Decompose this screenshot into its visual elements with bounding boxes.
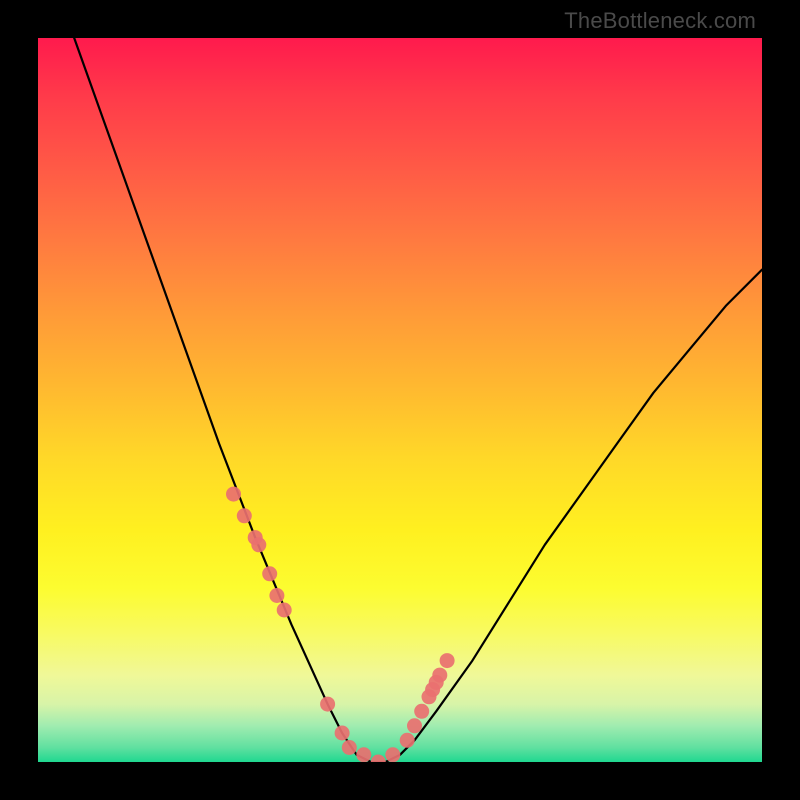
data-marker bbox=[356, 747, 371, 762]
data-marker bbox=[320, 697, 335, 712]
data-marker bbox=[226, 487, 241, 502]
watermark-text: TheBottleneck.com bbox=[564, 8, 756, 34]
data-marker bbox=[440, 653, 455, 668]
data-marker bbox=[422, 689, 437, 704]
data-marker bbox=[385, 747, 400, 762]
chart-plot-area bbox=[38, 38, 762, 762]
data-marker bbox=[407, 718, 422, 733]
data-marker bbox=[262, 566, 277, 581]
data-marker bbox=[251, 537, 266, 552]
data-marker bbox=[269, 588, 284, 603]
data-marker bbox=[400, 733, 415, 748]
data-marker bbox=[425, 682, 440, 697]
data-marker bbox=[342, 740, 357, 755]
data-marker bbox=[335, 726, 350, 741]
data-markers bbox=[226, 487, 455, 762]
data-marker bbox=[277, 603, 292, 618]
data-marker bbox=[432, 668, 447, 683]
curve-path bbox=[74, 38, 762, 762]
data-marker bbox=[248, 530, 263, 545]
curve-line bbox=[74, 38, 762, 762]
data-marker bbox=[371, 755, 386, 763]
data-marker bbox=[237, 508, 252, 523]
data-marker bbox=[414, 704, 429, 719]
bottleneck-chart bbox=[38, 38, 762, 762]
data-marker bbox=[429, 675, 444, 690]
